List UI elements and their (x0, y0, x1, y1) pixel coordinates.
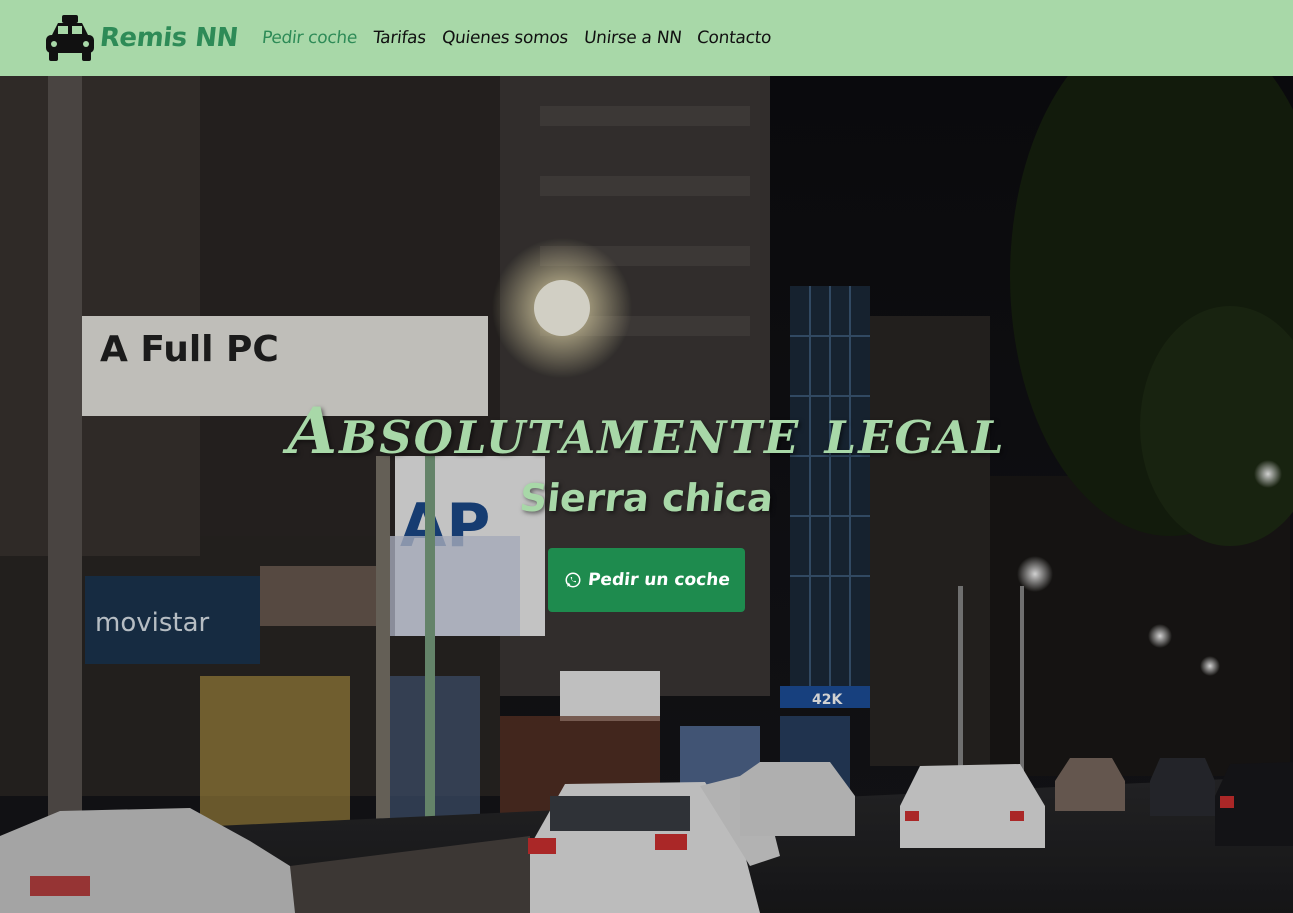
hero-section: A Full PC movistar AP 42K Absolutamente … (0, 76, 1293, 913)
nav-menu: Pedir coche Tarifas Quienes somos Unirse… (261, 28, 773, 48)
whatsapp-icon (565, 572, 581, 588)
order-car-button-label: Pedir un coche (586, 570, 731, 590)
nav-item-contacto[interactable]: Contacto (696, 28, 772, 48)
brand-link[interactable]: Remis NN (44, 13, 240, 63)
order-car-button[interactable]: Pedir un coche (547, 548, 746, 612)
hero-content: Absolutamente legal Sierra chica Pedir u… (0, 392, 1293, 612)
top-navbar: Remis NN Pedir coche Tarifas Quienes som… (0, 0, 1293, 76)
brand-name: Remis NN (98, 23, 240, 53)
taxi-icon (46, 15, 94, 61)
nav-item-quienes-somos[interactable]: Quienes somos (441, 28, 569, 48)
nav-item-unirse[interactable]: Unirse a NN (583, 28, 683, 48)
nav-item-tarifas[interactable]: Tarifas (372, 28, 427, 48)
nav-item-pedir-coche[interactable]: Pedir coche (261, 28, 358, 48)
hero-title: Absolutamente legal (287, 394, 1006, 469)
hero-subtitle: Sierra chica (517, 476, 776, 520)
